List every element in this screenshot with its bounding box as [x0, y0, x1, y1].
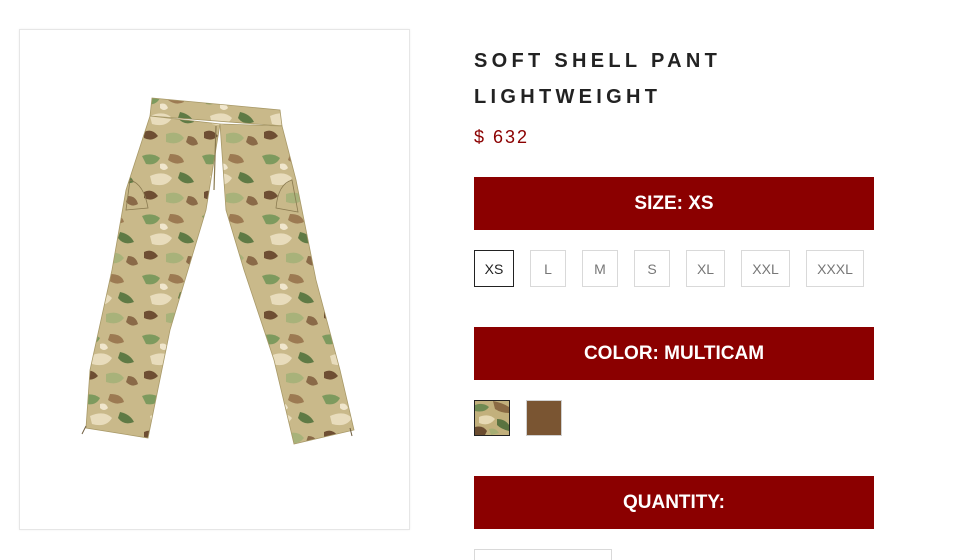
quantity-header: QUANTITY:: [474, 476, 874, 529]
size-option-xxl[interactable]: XXL: [741, 250, 790, 287]
color-swatch-multicam[interactable]: [474, 400, 510, 436]
size-option-s[interactable]: S: [634, 250, 670, 287]
size-option-l[interactable]: L: [530, 250, 566, 287]
size-option-xl[interactable]: XL: [686, 250, 725, 287]
size-option-xs[interactable]: XS: [474, 250, 514, 287]
color-swatch-coyote[interactable]: [526, 400, 562, 436]
color-header: COLOR: MULTICAM: [474, 327, 874, 380]
multicam-pattern: [475, 401, 509, 435]
size-header: SIZE: XS: [474, 177, 874, 230]
product-image-card: [19, 29, 410, 530]
product-title: SOFT SHELL PANT: [474, 50, 722, 72]
size-option-xxxl[interactable]: XXXL: [806, 250, 864, 287]
quantity-input[interactable]: [474, 549, 612, 560]
size-option-m[interactable]: M: [582, 250, 618, 287]
product-price: $ 632: [474, 127, 530, 147]
product-page: SOFT SHELL PANT LIGHTWEIGHT $ 632 SIZE: …: [0, 0, 953, 560]
color-selected-value: MULTICAM: [664, 342, 765, 364]
size-label: SIZE:: [634, 192, 683, 214]
product-title-line2: LIGHTWEIGHT: [474, 86, 662, 108]
size-selected-value: XS: [688, 192, 714, 214]
color-label: COLOR:: [583, 342, 659, 364]
product-image: [81, 97, 355, 445]
quantity-label: QUANTITY:: [622, 491, 726, 513]
